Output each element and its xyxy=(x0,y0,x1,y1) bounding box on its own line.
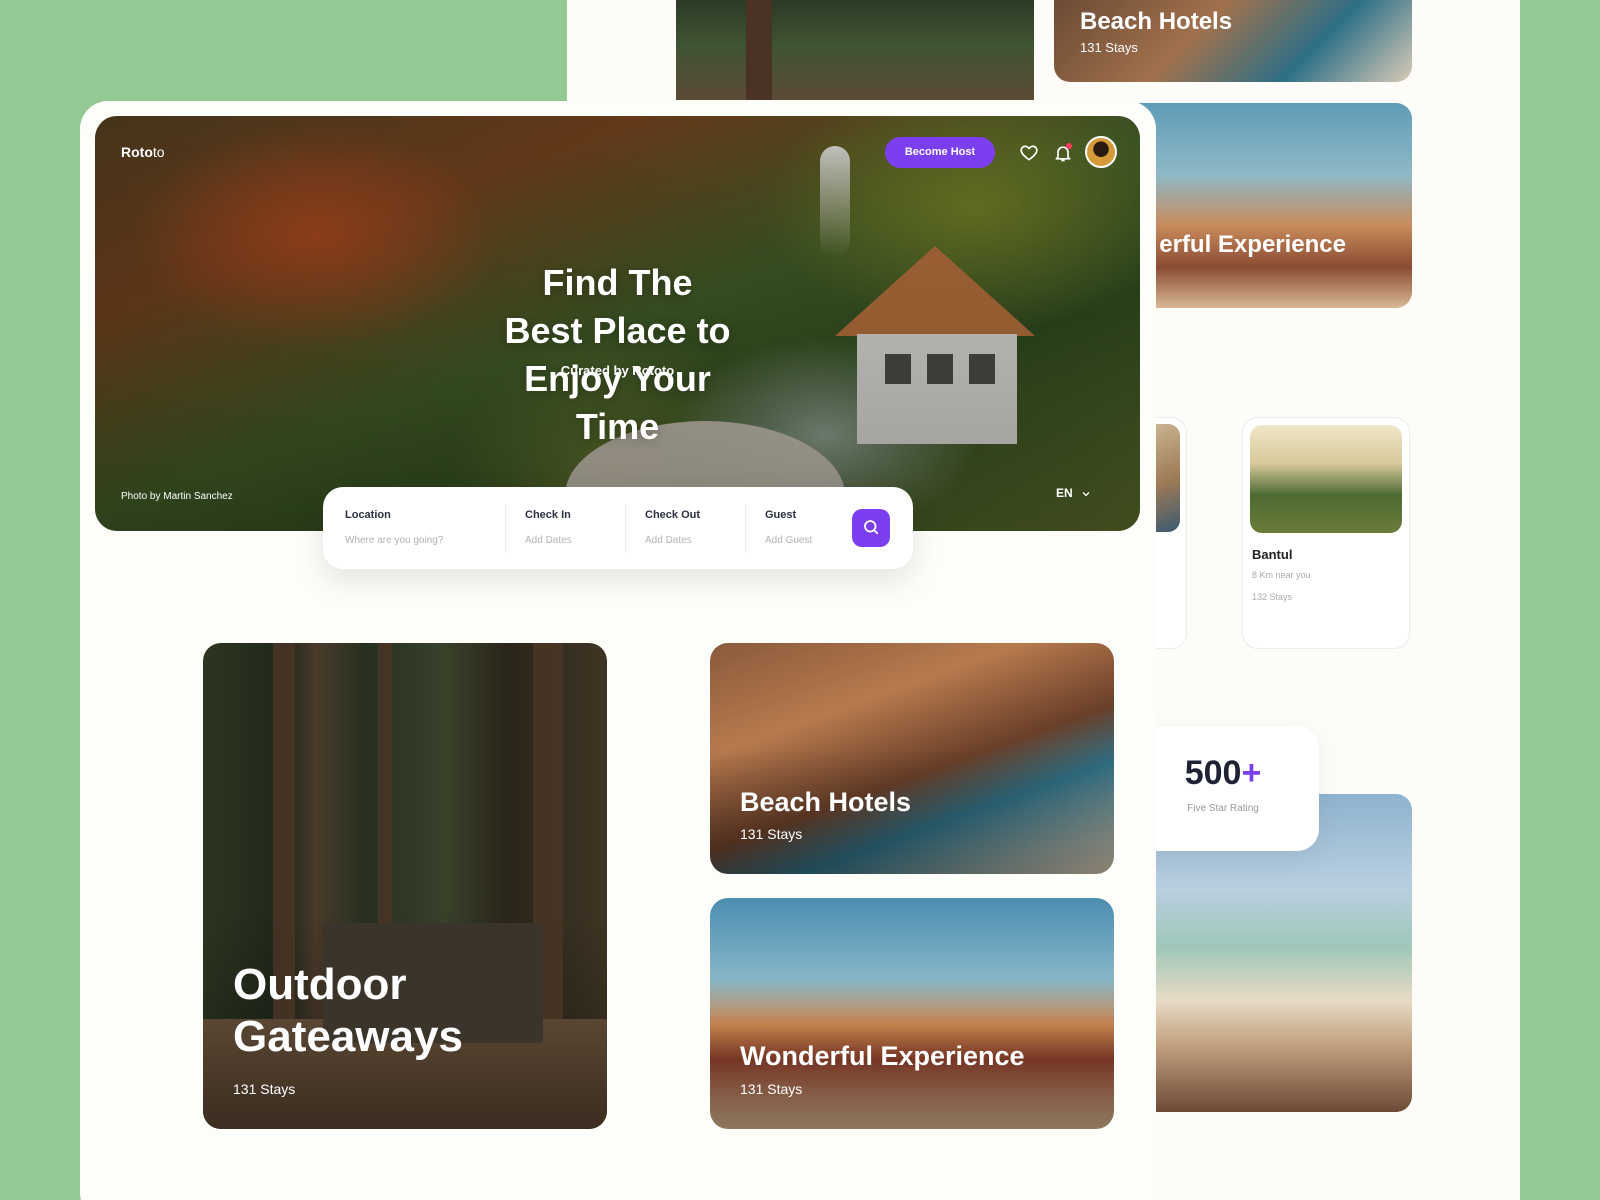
place-stays: 132 Stays xyxy=(1252,592,1293,602)
location-label: Location xyxy=(345,509,391,521)
category-title: Outdoor Gateaways xyxy=(233,960,463,1061)
category-title: Wonderful Experience xyxy=(740,1041,1025,1071)
notification-dot xyxy=(1066,143,1072,149)
logo[interactable]: Rototo xyxy=(121,144,165,160)
guest-field[interactable]: Guest Add Guest xyxy=(765,509,812,546)
bell-icon[interactable] xyxy=(1053,143,1073,163)
become-host-button[interactable]: Become Host xyxy=(885,137,995,168)
back-beach-title: Beach Hotels xyxy=(1080,8,1233,35)
chevron-down-icon xyxy=(1082,491,1090,497)
category-wonderful-experience[interactable]: Wonderful Experience 131 Stays xyxy=(710,898,1114,1129)
back-forest-image xyxy=(676,0,1034,100)
hero-title: Find The Best Place to Enjoy Your Time xyxy=(504,262,731,447)
photo-credit: Photo by Martin Sanchez xyxy=(121,491,233,502)
search-icon xyxy=(864,519,879,534)
guest-label: Guest xyxy=(765,509,797,521)
search-button[interactable] xyxy=(852,509,890,547)
language-value: EN xyxy=(1056,486,1073,500)
back-beach-count: 131 Stays xyxy=(1080,40,1138,55)
checkin-label: Check In xyxy=(525,509,571,521)
place-distance: 8 Km near you xyxy=(1252,570,1311,580)
checkout-label: Check Out xyxy=(645,509,701,521)
checkout-placeholder: Add Dates xyxy=(645,535,692,546)
category-beach-hotels[interactable]: Beach Hotels 131 Stays xyxy=(710,643,1114,874)
category-title: Beach Hotels xyxy=(740,787,912,817)
search-bar: Location Check In Add Dates Check Out Ad… xyxy=(323,487,913,569)
checkin-field[interactable]: Check In Add Dates xyxy=(525,509,572,546)
heart-icon[interactable] xyxy=(1019,143,1039,163)
guest-placeholder: Add Guest xyxy=(765,535,813,546)
back-place-image xyxy=(1250,425,1402,533)
location-input[interactable] xyxy=(345,535,485,546)
place-name: Bantul xyxy=(1252,547,1293,562)
category-count: 131 Stays xyxy=(740,826,803,842)
category-outdoor-gateaways[interactable]: Outdoor Gateaways 131 Stays xyxy=(203,643,607,1129)
hero-subtitle: Curated by Rototo xyxy=(560,363,675,378)
divider xyxy=(745,505,746,553)
back-beach-hotels-card[interactable]: Beach Hotels 131 Stays xyxy=(1054,0,1412,82)
divider xyxy=(625,505,626,553)
back-place-card[interactable]: Bantul 8 Km near you 132 Stays xyxy=(1242,417,1410,649)
divider xyxy=(505,505,506,553)
main-page: Rototo Become Host Find The Best Place t… xyxy=(80,101,1156,1200)
language-select[interactable]: EN xyxy=(1056,486,1092,500)
category-count: 131 Stays xyxy=(233,1081,296,1097)
avatar[interactable] xyxy=(1085,136,1117,168)
category-count: 131 Stays xyxy=(740,1081,803,1097)
location-field[interactable]: Location xyxy=(345,509,485,547)
checkout-field[interactable]: Check Out Add Dates xyxy=(645,509,700,546)
checkin-placeholder: Add Dates xyxy=(525,535,572,546)
hero-banner: Rototo Become Host Find The Best Place t… xyxy=(95,116,1140,531)
